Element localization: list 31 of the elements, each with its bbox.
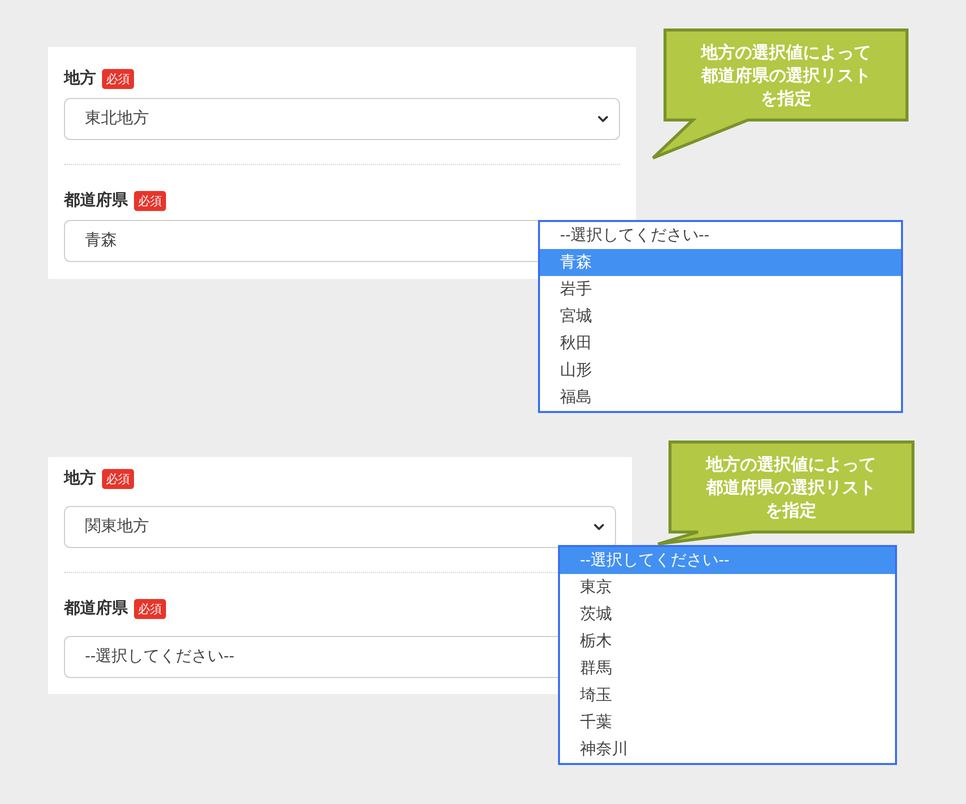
select-field[interactable]: --選択してください--: [64, 636, 558, 678]
required-badge: 必須: [102, 469, 134, 489]
callout-text: を指定: [766, 500, 816, 522]
select-field[interactable]: 青森: [64, 220, 538, 262]
callout-text: 地方の選択値によって: [706, 454, 876, 476]
dropdown-option[interactable]: --選択してください--: [540, 222, 901, 249]
dropdown-option[interactable]: 栃木: [560, 628, 895, 655]
dropdown-option[interactable]: 山形: [540, 357, 901, 384]
dropdown-option[interactable]: 茨城: [560, 601, 895, 628]
callout-text: 都道府県の選択リスト: [701, 64, 871, 86]
select-field[interactable]: 関東地方: [64, 506, 616, 548]
field-label: 都道府県: [64, 190, 128, 211]
dropdown-option[interactable]: 秋田: [540, 330, 901, 357]
required-badge: 必須: [134, 191, 166, 211]
dropdown-option[interactable]: 群馬: [560, 655, 895, 682]
dropdown-option[interactable]: 福島: [540, 384, 901, 411]
dropdown-option[interactable]: 千葉: [560, 709, 895, 736]
required-badge: 必須: [102, 69, 134, 89]
required-badge: 必須: [134, 599, 166, 619]
dropdown-option[interactable]: 宮城: [540, 303, 901, 330]
callout-text: 地方の選択値によって: [701, 42, 871, 64]
callout-text: 都道府県の選択リスト: [706, 476, 876, 498]
field-label: 地方: [64, 68, 96, 89]
callout-text: を指定: [760, 88, 812, 110]
dropdown-option[interactable]: 神奈川: [560, 736, 895, 763]
dropdown-option[interactable]: 埼玉: [560, 682, 895, 709]
dropdown-option[interactable]: 岩手: [540, 276, 901, 303]
select-field[interactable]: 東北地方: [64, 98, 620, 140]
dropdown-option[interactable]: 東京: [560, 574, 895, 601]
field-label: 地方: [64, 468, 96, 489]
field-label: 都道府県: [64, 598, 128, 619]
